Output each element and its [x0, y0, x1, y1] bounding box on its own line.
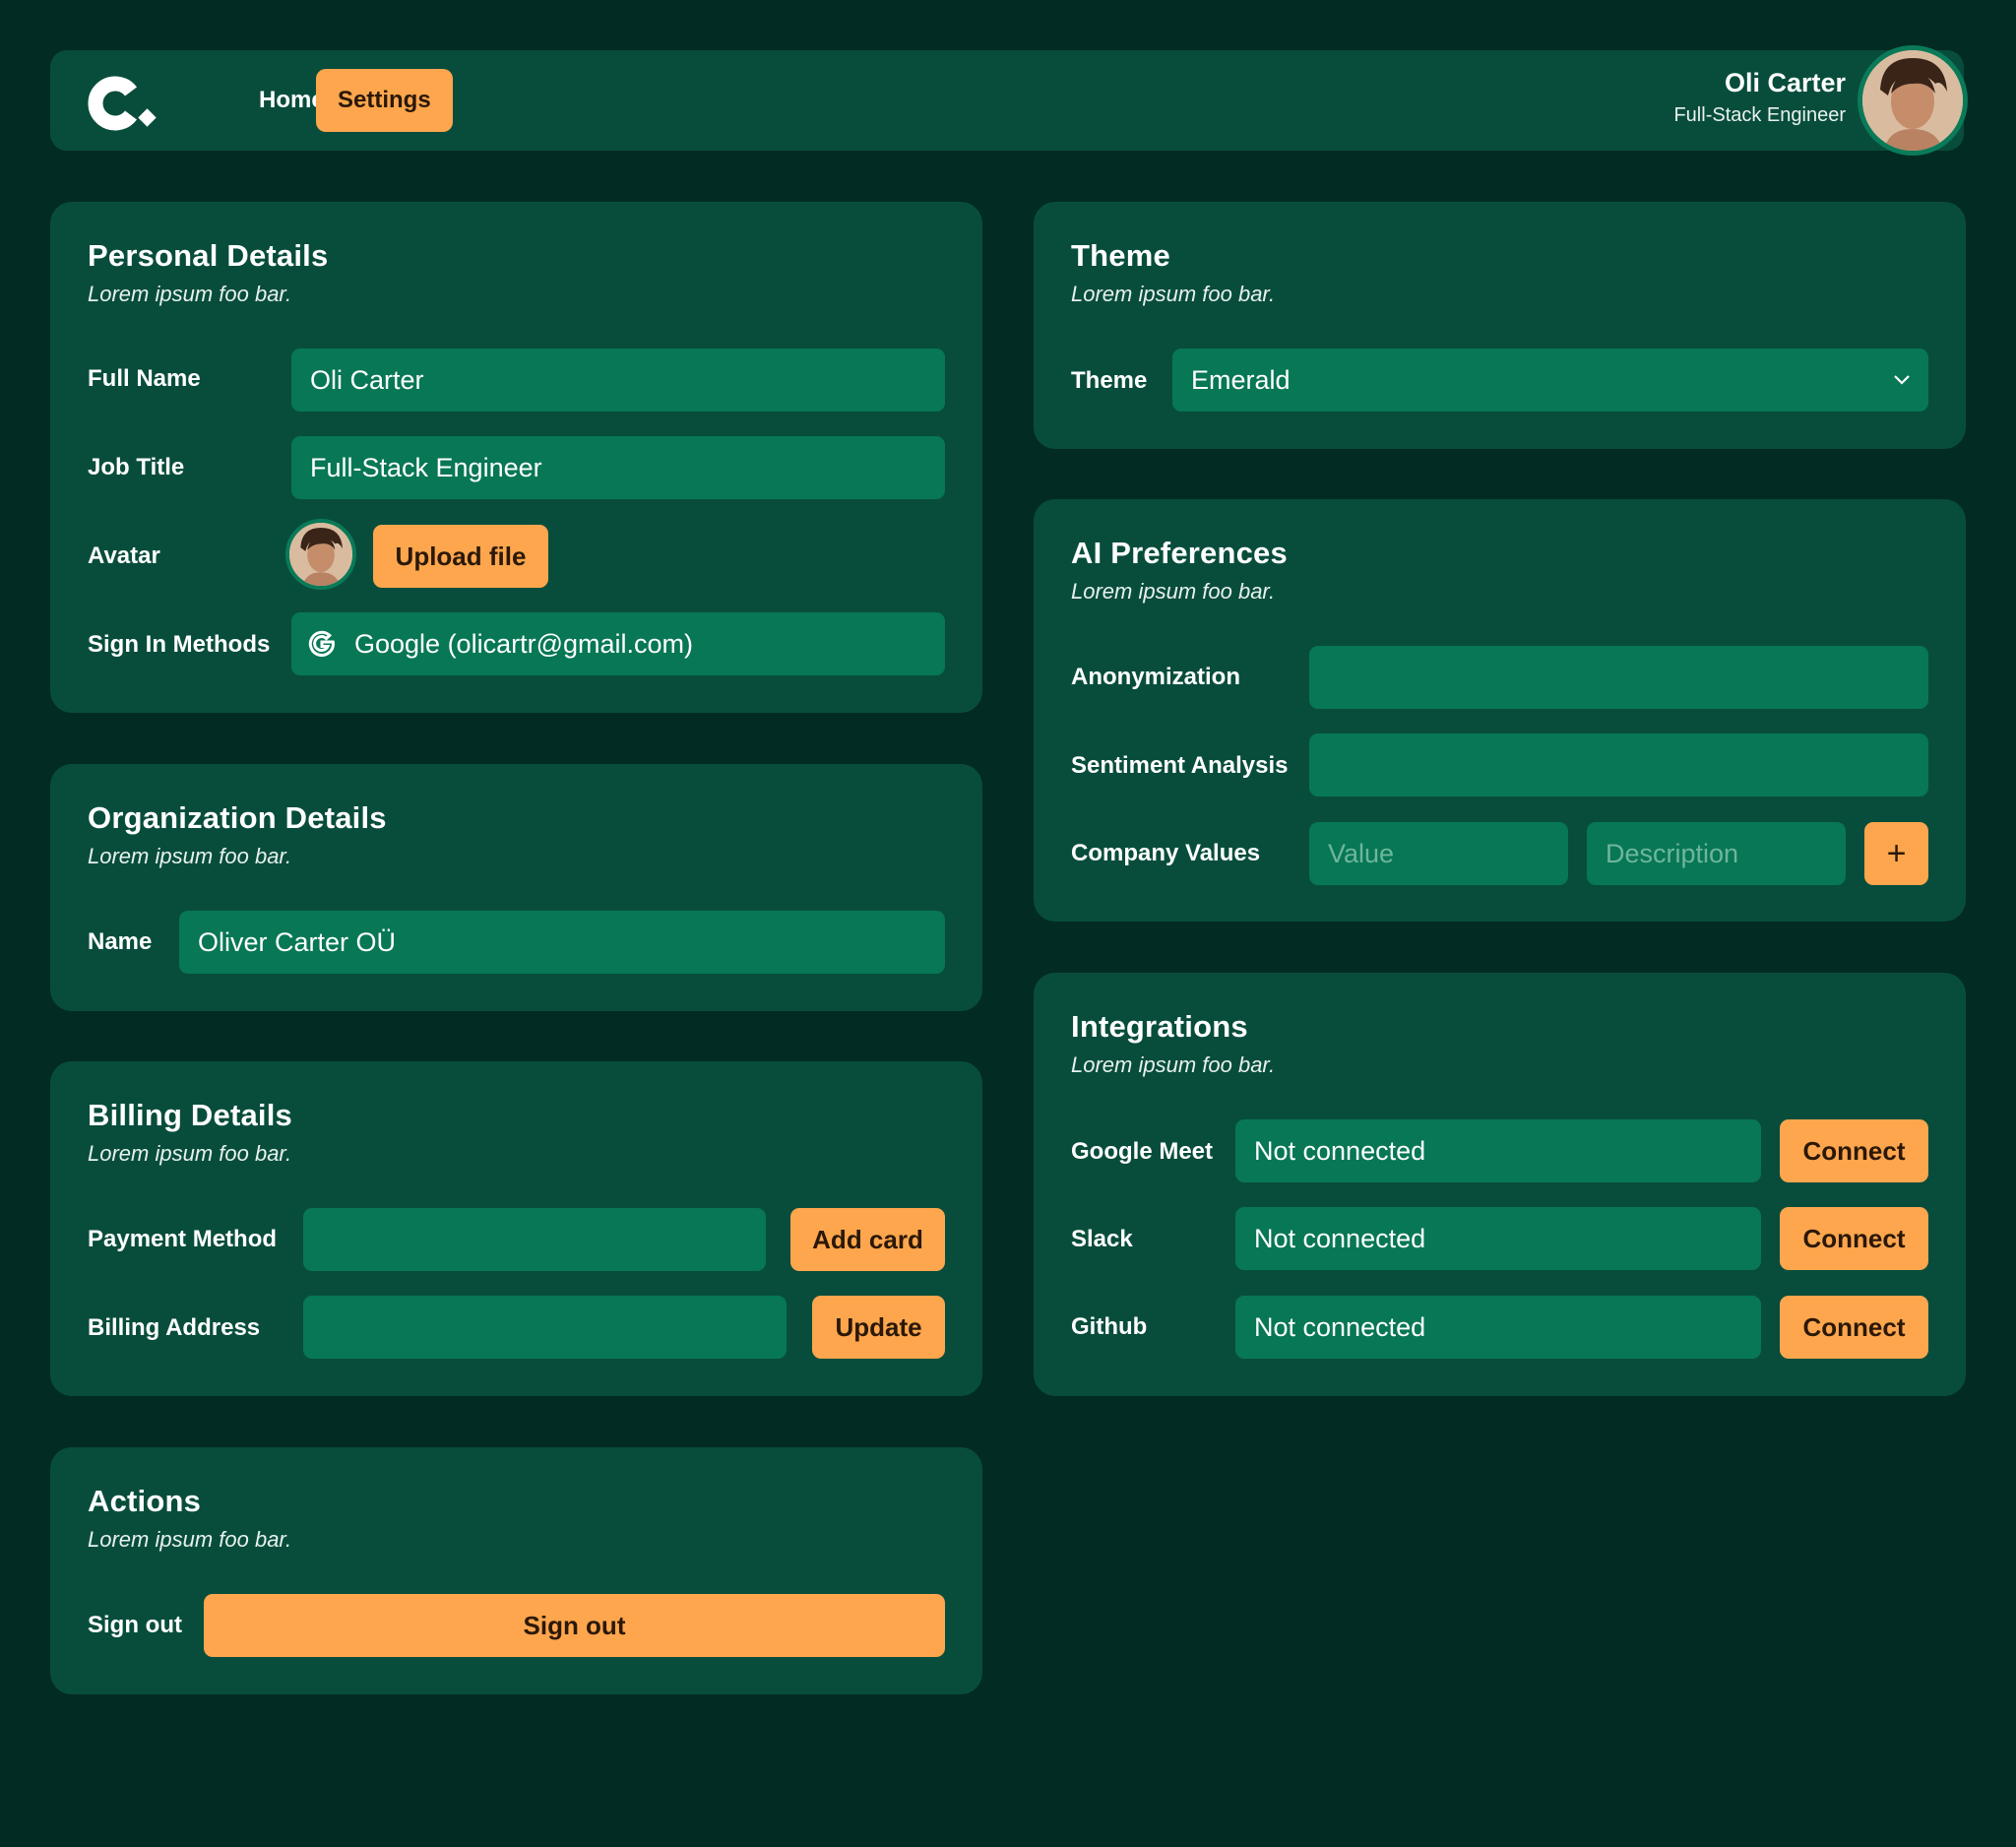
integration-label-google-meet: Google Meet	[1071, 1138, 1214, 1165]
anonymization-label: Anonymization	[1071, 664, 1240, 690]
billing-address-input[interactable]	[303, 1296, 787, 1359]
card-subtitle: Lorem ipsum foo bar.	[1071, 282, 1276, 306]
user-job-title: Full-Stack Engineer	[1673, 104, 1846, 126]
company-value-input[interactable]: Value	[1309, 822, 1568, 885]
organization-name-label: Name	[88, 928, 153, 955]
card-subtitle: Lorem ipsum foo bar.	[1071, 579, 1276, 604]
integration-label-github: Github	[1071, 1313, 1148, 1340]
anonymization-input[interactable]	[1309, 646, 1928, 709]
company-value-description-input[interactable]: Description	[1587, 822, 1846, 885]
update-button[interactable]: Update	[812, 1296, 945, 1359]
card-subtitle: Lorem ipsum foo bar.	[88, 282, 292, 306]
avatar-preview	[285, 519, 356, 590]
card-title: Integrations	[1071, 1009, 1248, 1044]
card-subtitle: Lorem ipsum foo bar.	[1071, 1052, 1276, 1077]
top-navbar: Home Settings Oli Carter Full-Stack Engi…	[50, 45, 1968, 156]
integration-status-github: Not connected	[1235, 1296, 1761, 1359]
sign-in-method-field[interactable]: Google (olicartr@gmail.com)	[291, 612, 945, 675]
payment-method-label: Payment Method	[88, 1226, 278, 1252]
actions-card: Actions Lorem ipsum foo bar. Sign out Si…	[50, 1447, 982, 1694]
user-name: Oli Carter	[1724, 68, 1846, 97]
card-title: AI Preferences	[1071, 536, 1288, 570]
add-card-button[interactable]: Add card	[790, 1208, 945, 1271]
avatar-label: Avatar	[88, 542, 160, 569]
card-subtitle: Lorem ipsum foo bar.	[88, 1527, 292, 1552]
chevron-down-icon	[1894, 375, 1910, 385]
billing-details-card: Billing Details Lorem ipsum foo bar. Pay…	[50, 1061, 982, 1396]
card-title: Organization Details	[88, 800, 387, 835]
theme-select-value: Emerald	[1191, 365, 1291, 395]
theme-card: Theme Lorem ipsum foo bar. Theme Emerald	[1034, 202, 1966, 449]
logo-icon[interactable]	[88, 74, 158, 133]
avatar-image	[1862, 50, 1963, 151]
theme-select[interactable]: Emerald	[1172, 349, 1928, 412]
organization-details-card: Organization Details Lorem ipsum foo bar…	[50, 764, 982, 1011]
sentiment-analysis-label: Sentiment Analysis	[1071, 752, 1289, 779]
card-subtitle: Lorem ipsum foo bar.	[88, 844, 292, 868]
job-title-label: Job Title	[88, 454, 185, 480]
billing-address-label: Billing Address	[88, 1314, 261, 1341]
full-name-input[interactable]: Oli Carter	[291, 349, 945, 412]
card-title: Actions	[88, 1484, 202, 1518]
job-title-input[interactable]: Full-Stack Engineer	[291, 436, 945, 499]
sentiment-analysis-input[interactable]	[1309, 733, 1928, 796]
connect-google-meet-button[interactable]: Connect	[1780, 1119, 1928, 1182]
sign-out-label: Sign out	[88, 1612, 182, 1638]
card-title: Billing Details	[88, 1098, 292, 1132]
nav-settings[interactable]: Settings	[316, 69, 453, 132]
connect-github-button[interactable]: Connect	[1780, 1296, 1928, 1359]
ai-preferences-card: AI Preferences Lorem ipsum foo bar. Anon…	[1034, 499, 1966, 922]
integration-status-google-meet: Not connected	[1235, 1119, 1761, 1182]
integration-label-slack: Slack	[1071, 1226, 1133, 1252]
connect-slack-button[interactable]: Connect	[1780, 1207, 1928, 1270]
card-subtitle: Lorem ipsum foo bar.	[88, 1141, 292, 1166]
organization-name-input[interactable]: Oliver Carter OÜ	[179, 911, 945, 974]
google-icon	[308, 630, 336, 657]
integrations-card: Integrations Lorem ipsum foo bar. Google…	[1034, 973, 1966, 1396]
sign-in-method-value: Google (olicartr@gmail.com)	[354, 629, 693, 659]
integration-status-slack: Not connected	[1235, 1207, 1761, 1270]
avatar-image	[289, 523, 352, 586]
sign-out-button[interactable]: Sign out	[204, 1594, 945, 1657]
user-avatar[interactable]	[1858, 45, 1968, 156]
upload-file-button[interactable]: Upload file	[373, 525, 548, 588]
theme-label: Theme	[1071, 367, 1148, 394]
card-title: Theme	[1071, 238, 1170, 273]
add-value-button[interactable]: +	[1864, 822, 1928, 885]
payment-method-input[interactable]	[303, 1208, 766, 1271]
card-title: Personal Details	[88, 238, 329, 273]
company-values-label: Company Values	[1071, 840, 1261, 866]
sign-in-methods-label: Sign In Methods	[88, 631, 271, 658]
personal-details-card: Personal Details Lorem ipsum foo bar. Fu…	[50, 202, 982, 713]
full-name-label: Full Name	[88, 365, 201, 392]
